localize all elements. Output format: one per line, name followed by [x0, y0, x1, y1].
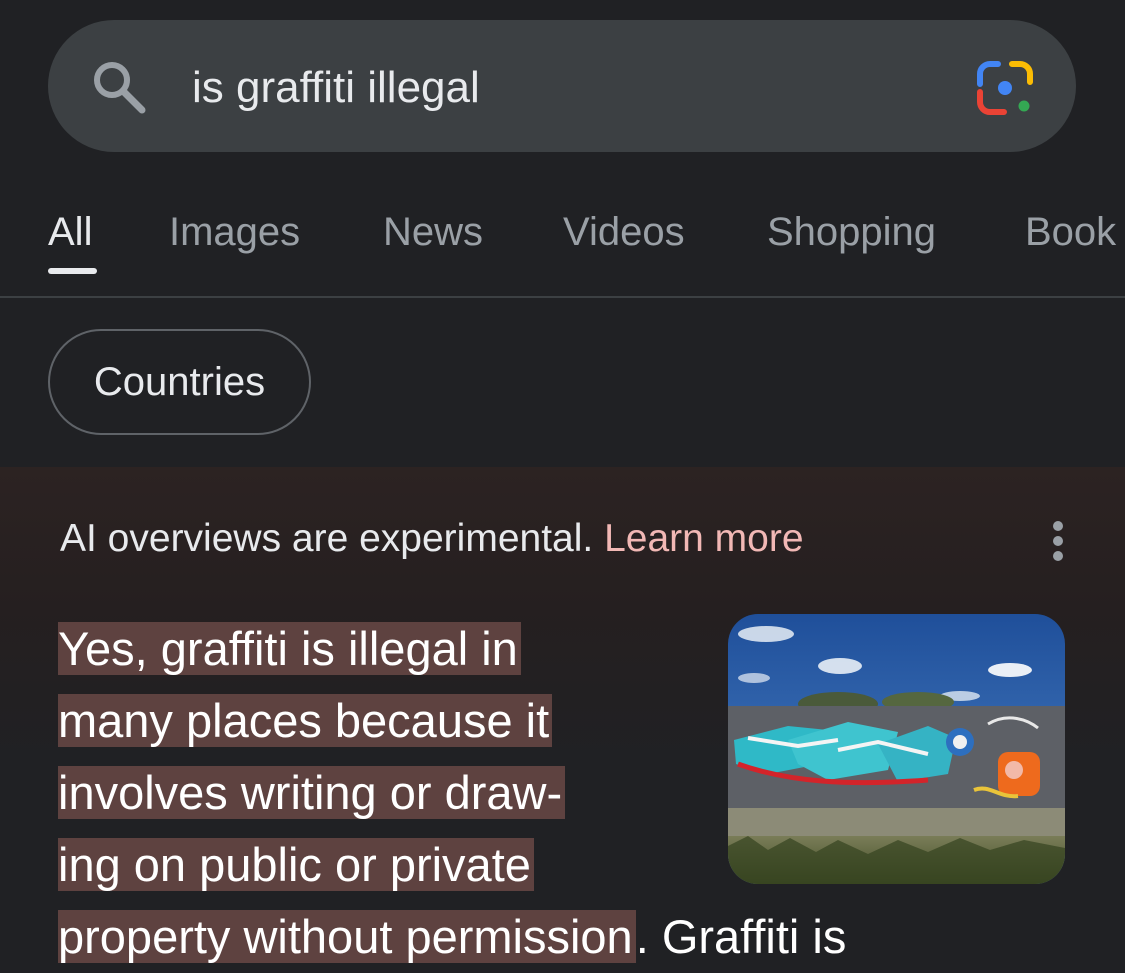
tab-news[interactable]: News — [383, 208, 483, 256]
chip-countries[interactable]: Countries — [48, 329, 311, 435]
ai-overview-panel: AI overviews are experimental. Learn mor… — [0, 467, 1125, 969]
search-input[interactable]: is graffiti illegal — [192, 62, 480, 114]
active-tab-indicator — [48, 268, 97, 274]
tabs-divider — [0, 296, 1125, 298]
more-vertical-icon[interactable] — [1046, 521, 1070, 561]
learn-more-link[interactable]: Learn more — [604, 517, 803, 560]
answer-highlight: property without permission — [58, 910, 636, 963]
search-icon[interactable] — [88, 56, 150, 118]
tab-videos[interactable]: Videos — [563, 208, 685, 256]
search-tabs: All Images News Videos Shopping Book — [0, 186, 1125, 296]
tab-shopping[interactable]: Shopping — [767, 208, 936, 256]
answer-highlight: ing on public or private — [58, 838, 534, 891]
answer-line: property without permission. Graffiti is — [58, 901, 1120, 973]
answer-highlight: involves writing or draw- — [58, 766, 566, 819]
answer-text: . Graffiti is — [635, 910, 847, 963]
ai-overview-notice: AI overviews are experimental. Learn mor… — [60, 517, 804, 561]
chip-label: Countries — [93, 360, 266, 404]
answer-highlight: many places because it — [58, 694, 553, 747]
ai-notice-text: AI overviews are experimental. — [60, 517, 594, 560]
graffiti-wall-image[interactable] — [728, 614, 1065, 884]
tab-images[interactable]: Images — [169, 208, 300, 256]
tab-all[interactable]: All — [48, 208, 92, 256]
tab-books[interactable]: Book — [1025, 208, 1116, 256]
google-lens-icon[interactable] — [976, 60, 1034, 116]
answer-highlight: Yes, graffiti is illegal in — [58, 622, 521, 675]
